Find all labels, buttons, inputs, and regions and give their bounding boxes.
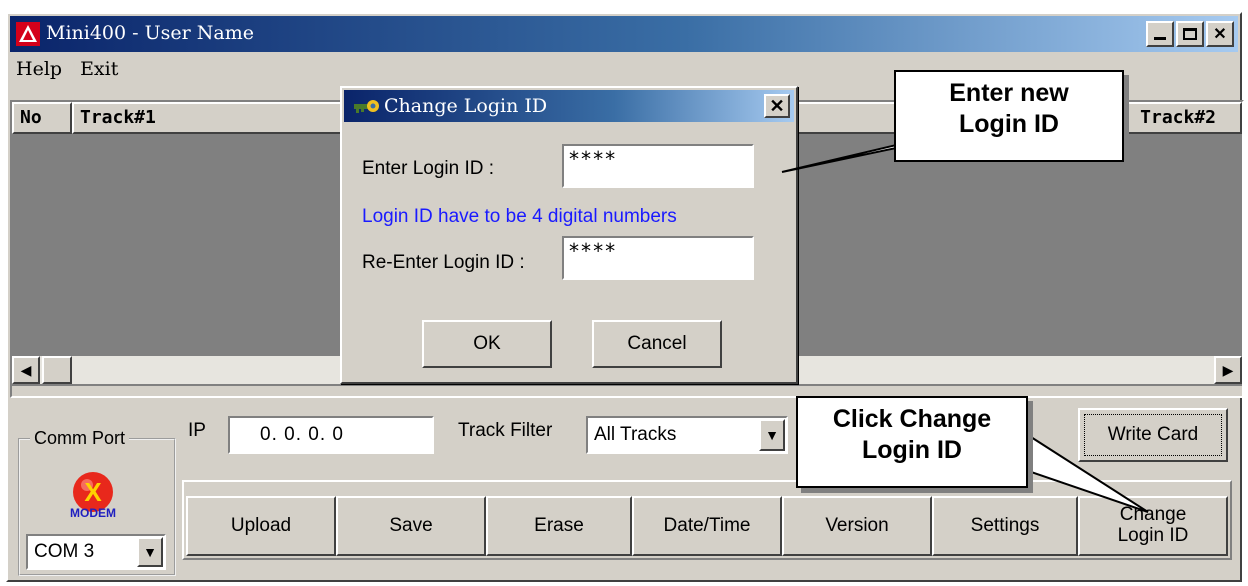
comm-port-select[interactable]: COM 3 ▼ (26, 534, 166, 570)
comm-port-legend: Comm Port (30, 428, 130, 449)
ip-label: IP (188, 420, 206, 441)
date-time-button[interactable]: Date/Time (632, 496, 782, 556)
scroll-left-button[interactable]: ◀ (12, 356, 40, 384)
comm-port-value: COM 3 (34, 541, 95, 562)
minimize-button[interactable] (1146, 21, 1174, 47)
change-login-id-line1: Change (1119, 504, 1187, 526)
enter-login-label: Enter Login ID : (362, 158, 495, 179)
window-title: Mini400 - User Name (46, 22, 254, 44)
reenter-login-label: Re-Enter Login ID : (362, 252, 525, 273)
change-login-id-line2: Login ID (1117, 525, 1189, 546)
callout-enter-line2: Login ID (959, 109, 1059, 138)
title-bar[interactable]: Mini400 - User Name ✕ (10, 16, 1238, 52)
menu-bar: Help Exit (10, 54, 118, 84)
key-icon (354, 100, 379, 113)
dialog-close-button[interactable]: ✕ (764, 94, 790, 118)
erase-button[interactable]: Erase (486, 496, 632, 556)
scroll-thumb[interactable] (42, 356, 72, 384)
settings-button[interactable]: Settings (932, 496, 1078, 556)
menu-exit[interactable]: Exit (80, 54, 118, 84)
maximize-button[interactable] (1176, 21, 1204, 47)
chevron-down-icon[interactable]: ▼ (137, 537, 163, 567)
callout-click-line2: Login ID (862, 435, 962, 464)
modem-disconnected-icon: X MODEM (70, 472, 116, 520)
close-icon: ✕ (1213, 26, 1227, 43)
dialog-title: Change Login ID (384, 95, 548, 117)
cancel-button[interactable]: Cancel (592, 320, 722, 368)
login-id-input[interactable]: **** (562, 144, 754, 188)
close-button[interactable]: ✕ (1206, 21, 1234, 47)
svg-text:X: X (84, 477, 102, 507)
list-footer (12, 386, 1242, 396)
version-button[interactable]: Version (782, 496, 932, 556)
app-icon (16, 22, 40, 46)
track-filter-select[interactable]: All Tracks ▼ (586, 416, 788, 454)
login-id-hint: Login ID have to be 4 digital numbers (362, 206, 677, 227)
upload-button[interactable]: Upload (186, 496, 336, 556)
save-button[interactable]: Save (336, 496, 486, 556)
change-login-id-button[interactable]: Change Login ID (1078, 496, 1228, 556)
change-login-dialog: Change Login ID ✕ Enter Login ID : **** … (340, 86, 798, 384)
maximize-icon (1183, 28, 1197, 40)
track-filter-label: Track Filter (458, 420, 553, 441)
ok-button[interactable]: OK (422, 320, 552, 368)
minimize-icon (1154, 36, 1166, 40)
write-card-button[interactable]: Write Card (1078, 408, 1228, 462)
chevron-down-icon[interactable]: ▼ (759, 419, 785, 451)
callout-enter-line1: Enter new (949, 79, 1069, 107)
menu-help[interactable]: Help (16, 54, 62, 84)
callout-click-change-login: Click Change Login ID (796, 396, 1028, 488)
reenter-login-id-input[interactable]: **** (562, 236, 754, 280)
comm-port-group: Comm Port X MODEM COM 3 ▼ (18, 428, 176, 576)
track-filter-value: All Tracks (594, 424, 677, 445)
dialog-title-bar[interactable]: Change Login ID ✕ (344, 90, 794, 122)
modem-label: MODEM (70, 506, 116, 520)
scroll-right-button[interactable]: ▶ (1214, 356, 1242, 384)
ip-address-input[interactable]: 0. 0. 0. 0 (228, 416, 434, 454)
column-no[interactable]: No (12, 102, 72, 134)
callout-click-line1: Click Change (832, 405, 992, 433)
callout-enter-new-login: Enter new Login ID (894, 70, 1124, 162)
